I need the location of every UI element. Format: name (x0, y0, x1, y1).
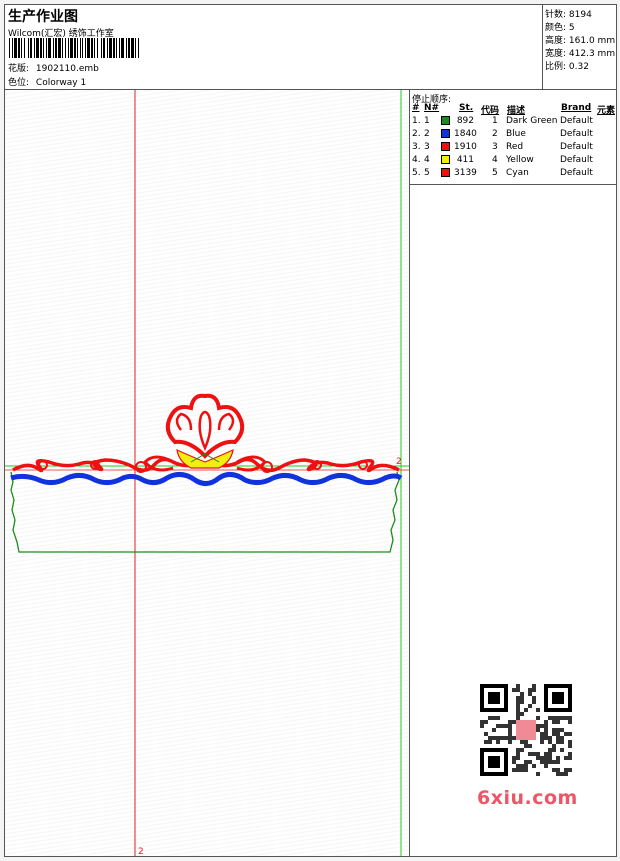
color-swatch (441, 129, 450, 138)
table-row: 5. 5 3139 5 Cyan Default (412, 168, 593, 178)
stat-scale: 比例: 0.32 (545, 62, 589, 72)
table-row: 2. 2 1840 2 Blue Default (412, 129, 593, 139)
qr-code-icon (480, 684, 572, 776)
design-file-row: 花版: 1902110.emb (8, 61, 99, 74)
stats-panel: 针数: 8194 颜色: 5 高度: 161.0 mm 宽度: 412.3 mm… (542, 5, 617, 89)
embroidery-preview: 2 2 (5, 90, 409, 857)
header: 生产作业图 Wilcom(汇宏) 绣饰工作室 花版: 1902110.emb 色… (5, 5, 616, 90)
barcode-icon (9, 38, 139, 58)
colorway-value: Colorway 1 (35, 78, 87, 88)
col-element: 元素 (597, 106, 616, 116)
col-desc: 描述 (507, 106, 526, 116)
design-file-label: 花版: (8, 64, 30, 74)
col-st: St. (459, 103, 474, 113)
color-swatch (441, 155, 450, 164)
table-row: 3. 3 1910 3 Red Default (412, 142, 593, 152)
design-file-value: 1902110.emb (35, 64, 99, 74)
col-num: # (412, 103, 420, 113)
stat-colors: 颜色: 5 (545, 23, 575, 33)
col-n: N# (424, 103, 440, 113)
red-crown-right-leaf (217, 412, 235, 431)
stat-stitches: 针数: 8194 (545, 10, 592, 20)
stat-height: 高度: 161.0 mm (545, 36, 616, 46)
col-code: 代码 (481, 106, 500, 116)
vertical-guide-label: 2 (138, 847, 144, 856)
red-crown-inner (198, 410, 212, 452)
red-crown-left-leaf (175, 412, 193, 431)
colorway-label: 色位: (8, 78, 30, 88)
table-row: 1. 1 892 1 Dark Green Default (412, 116, 593, 126)
color-swatch (441, 142, 450, 151)
colorway-row: 色位: Colorway 1 (8, 75, 86, 88)
page-title: 生产作业图 (8, 9, 78, 25)
stat-width: 宽度: 412.3 mm (545, 49, 616, 59)
table-row: 4. 4 411 4 Yellow Default (412, 155, 593, 165)
blue-wave-band (10, 472, 403, 486)
stop-sequence-table: 停止顺序: # N# St. 代码 描述 Brand 元素 1. 1 892 1… (410, 90, 616, 185)
color-swatch (441, 116, 450, 125)
design-canvas: 2 2 (5, 90, 410, 857)
horizontal-guide-label: 2 (396, 457, 402, 467)
color-swatch (441, 168, 450, 177)
site-logo: 6xiu.com (477, 787, 578, 809)
col-brand: Brand (561, 103, 592, 113)
